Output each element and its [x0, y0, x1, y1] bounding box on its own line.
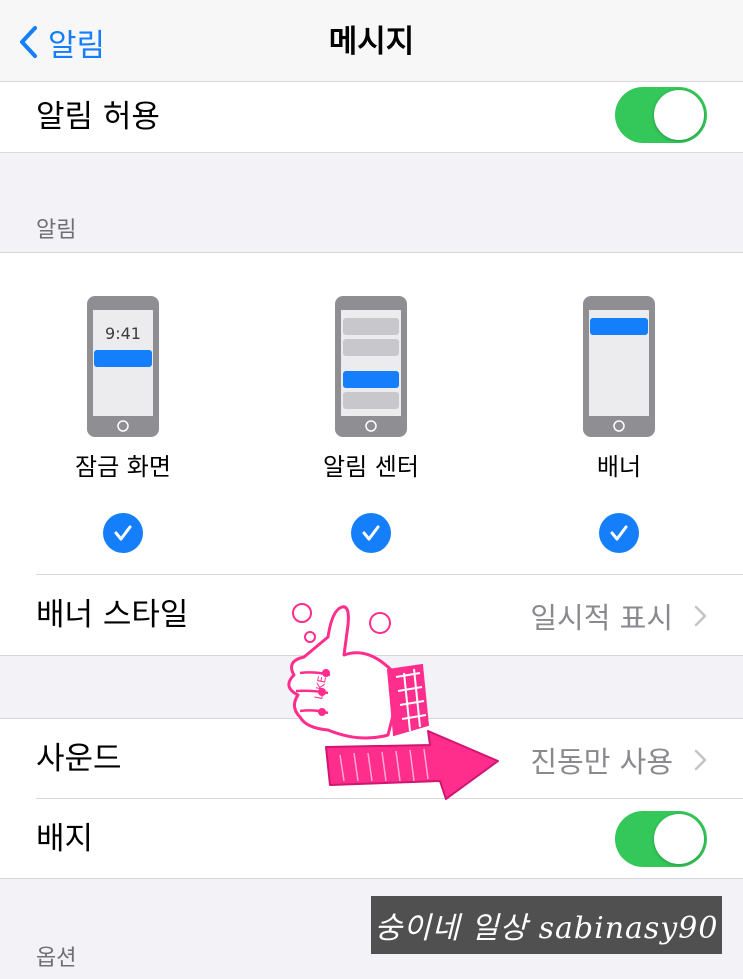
sounds-label: 사운드 [36, 741, 122, 777]
lock-screen-label: 잠금 화면 [75, 453, 171, 481]
page-title: 메시지 [328, 24, 415, 60]
sounds-value: 진동만 사용 [530, 745, 673, 779]
lock-screen-clock: 9:41 [105, 324, 141, 343]
notification-center-checkmark[interactable] [351, 513, 391, 553]
alert-style-notification-center[interactable]: 알림 센터 [296, 296, 446, 553]
banner-style-value: 일시적 표시 [530, 601, 673, 635]
chevron-right-icon [694, 749, 707, 771]
divider [0, 252, 743, 253]
lock-screen-phone-icon: 9:41 [87, 296, 159, 437]
checkmark-icon [362, 525, 380, 541]
checkmark-icon [114, 525, 132, 541]
banner-style-label: 배너 스타일 [36, 597, 189, 633]
navigation-bar: 알림 메시지 [0, 0, 743, 82]
banner-style-value-group: 일시적 표시 [530, 595, 707, 637]
alert-style-banner[interactable]: 배너 [544, 296, 694, 553]
badges-toggle[interactable] [615, 811, 707, 867]
alert-style-lock-screen[interactable]: 9:41 잠금 화면 [48, 296, 198, 553]
banner-label: 배너 [596, 453, 642, 481]
allow-notifications-toggle[interactable] [615, 87, 707, 143]
allow-notifications-label: 알림 허용 [36, 99, 160, 135]
notification-center-label: 알림 센터 [323, 453, 419, 481]
sounds-value-group: 진동만 사용 [530, 739, 707, 781]
badges-label: 배지 [36, 821, 94, 857]
options-section-header: 옵션 [36, 946, 77, 971]
toggle-knob [654, 90, 704, 140]
thumbs-up-sticker: LIKE [287, 603, 499, 800]
notification-center-phone-icon [335, 296, 407, 437]
watermark: 숭이네 일상 sabinasy90 [371, 896, 722, 954]
divider [0, 152, 743, 153]
allow-notifications-group: 알림 허용 [0, 82, 743, 153]
chevron-right-icon [694, 605, 707, 627]
banner-checkmark[interactable] [599, 513, 639, 553]
lock-screen-checkmark[interactable] [103, 513, 143, 553]
alerts-section-header: 알림 [36, 218, 77, 243]
checkmark-icon [610, 525, 628, 541]
banner-phone-icon [583, 296, 655, 437]
toggle-knob [654, 814, 704, 864]
